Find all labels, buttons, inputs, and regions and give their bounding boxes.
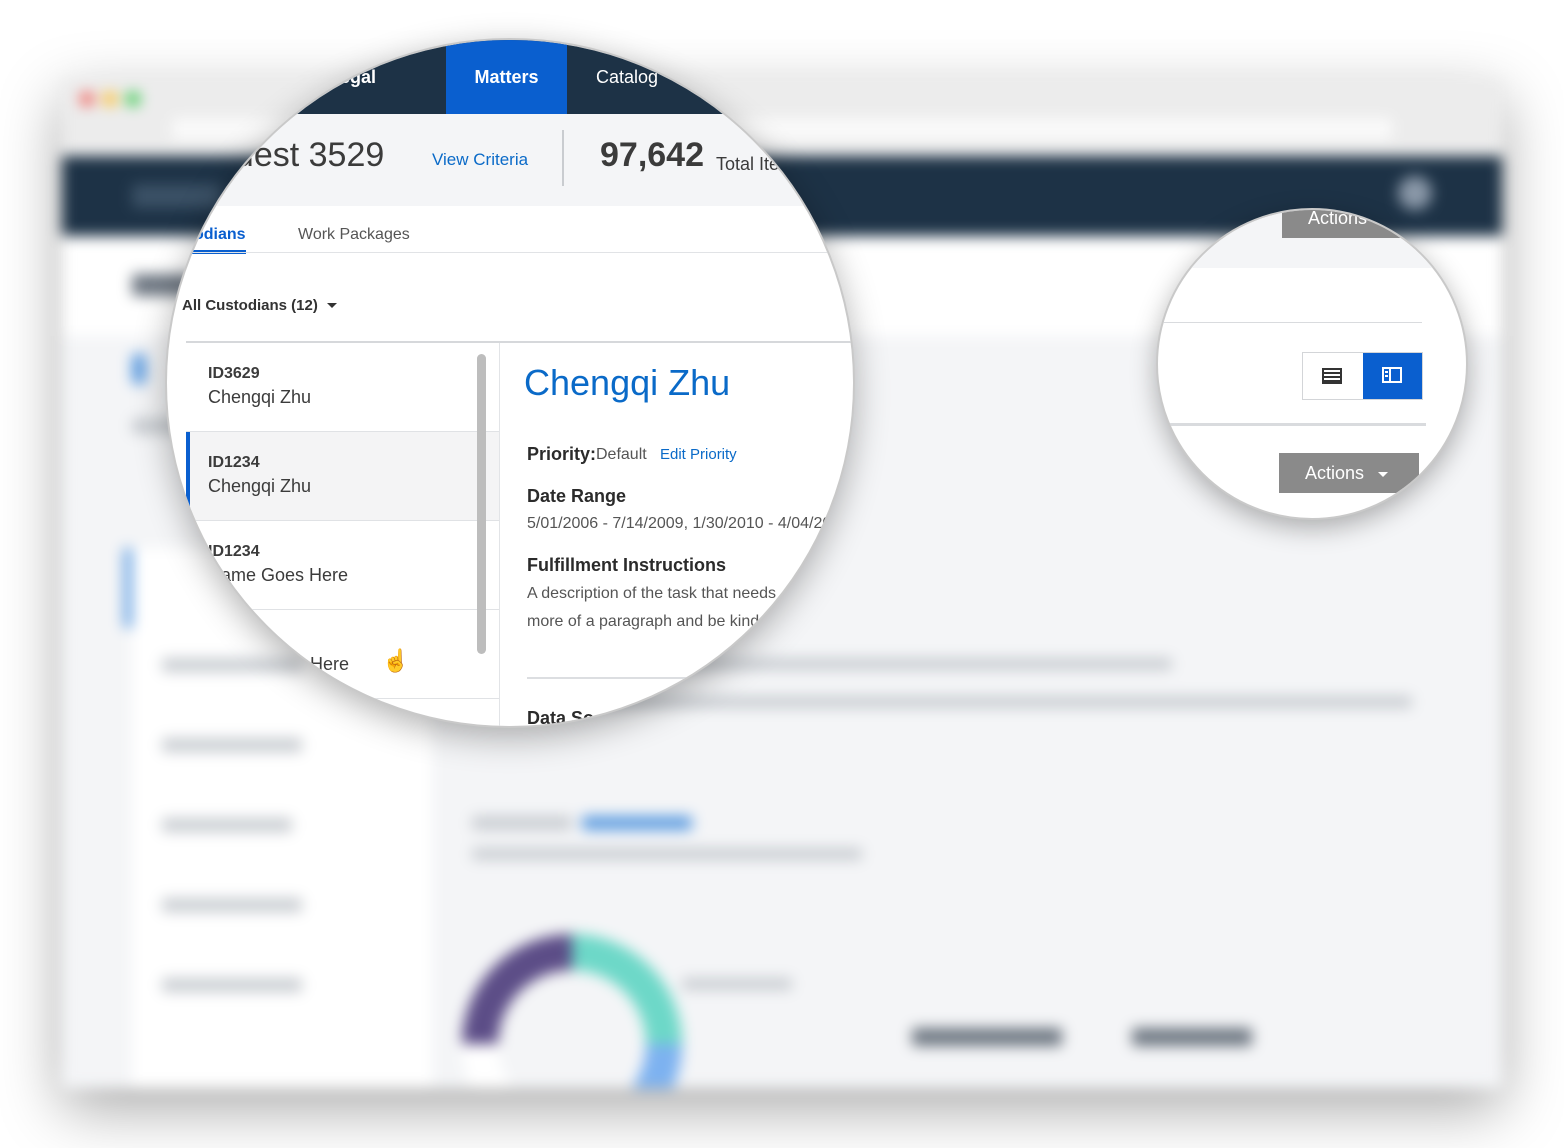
- nav-item-matters[interactable]: Matters: [446, 40, 567, 114]
- total-items-count: 97,642: [600, 136, 704, 174]
- custodian-filter-dropdown[interactable]: All Custodians (12): [182, 297, 337, 314]
- custodian-id: ID1234: [208, 543, 260, 560]
- actions-button[interactable]: Actions: [1279, 453, 1419, 493]
- fulfillment-heading: Fulfillment Instructions: [527, 555, 727, 575]
- list-item-selected[interactable]: ID1234 Chengqi Zhu: [186, 432, 499, 521]
- fulfillment-text-line2: more of a paragraph and be kind: [527, 613, 760, 630]
- list-scrollbar[interactable]: [477, 354, 486, 654]
- view-toggle: [1302, 352, 1423, 400]
- magnifier-actions: Actions Actions: [1156, 208, 1468, 520]
- split-view-button[interactable]: [1363, 353, 1422, 399]
- custodian-name: Chengqi Zhu: [208, 476, 312, 496]
- list-item[interactable]: Here: [186, 610, 499, 699]
- custodian-detail-name: Chengqi Zhu: [524, 362, 731, 403]
- request-header: quest 3529 View Criteria 97,642 Total It…: [167, 114, 853, 206]
- actions-label: Actions: [1305, 463, 1365, 483]
- caret-down-icon: [1378, 472, 1389, 477]
- detail-divider: [527, 677, 853, 679]
- divider: [1158, 322, 1422, 323]
- date-range-heading: Date Range: [527, 486, 627, 506]
- list-item[interactable]: ID1234 Name Goes Here: [186, 521, 499, 610]
- avatar: [1398, 176, 1432, 210]
- list-view-button[interactable]: [1303, 353, 1362, 399]
- magnifier-main: egal Matters Catalog quest 3529 View Cri…: [165, 38, 855, 728]
- tabs-divider: [167, 252, 853, 253]
- top-nav: egal Matters Catalog: [167, 40, 853, 114]
- divider: [1158, 423, 1426, 426]
- nav-item-legal[interactable]: egal: [340, 40, 376, 114]
- actions-button-header[interactable]: Actions: [1282, 208, 1434, 238]
- actions-label: Actions: [1308, 208, 1368, 228]
- total-items-label: Total Ite: [716, 154, 780, 174]
- fulfillment-text-line1: A description of the task that needs: [527, 585, 777, 602]
- list-view-icon: [1322, 368, 1342, 384]
- caret-down-icon: [326, 303, 337, 308]
- priority-value: Default: [596, 446, 647, 463]
- nav-item-catalog[interactable]: Catalog: [596, 40, 658, 114]
- filter-label: All Custodians (12): [182, 297, 318, 314]
- list-item[interactable]: ID3629 Chengqi Zhu: [186, 343, 499, 432]
- custodian-name: Name Goes Here: [208, 565, 349, 585]
- tab-work-packages[interactable]: Work Packages: [298, 226, 410, 244]
- custodian-list: ID3629 Chengqi Zhu ID1234 Chengqi Zhu ID…: [186, 343, 500, 726]
- background-donut-chart: [462, 934, 682, 1088]
- priority-label: Priority:: [527, 444, 597, 464]
- header-divider: [562, 130, 564, 186]
- custodian-name: Here: [310, 654, 350, 674]
- custodian-id: ID3629: [208, 365, 260, 382]
- view-criteria-link[interactable]: View Criteria: [432, 150, 528, 170]
- custodian-name: Chengqi Zhu: [208, 387, 312, 407]
- split-view-icon: [1382, 367, 1402, 383]
- hand-cursor-icon: ☝: [382, 648, 410, 673]
- data-sources-heading: Data So: [527, 708, 595, 728]
- custodian-id: ID1234: [208, 454, 260, 471]
- date-range-value: 5/01/2006 - 7/14/2009, 1/30/2010 - 4/04/…: [527, 515, 832, 532]
- window-controls: [80, 92, 140, 106]
- request-title: quest 3529: [216, 136, 385, 174]
- tab-custodians[interactable]: ustodians: [170, 226, 246, 254]
- edit-priority-link[interactable]: Edit Priority: [660, 446, 737, 463]
